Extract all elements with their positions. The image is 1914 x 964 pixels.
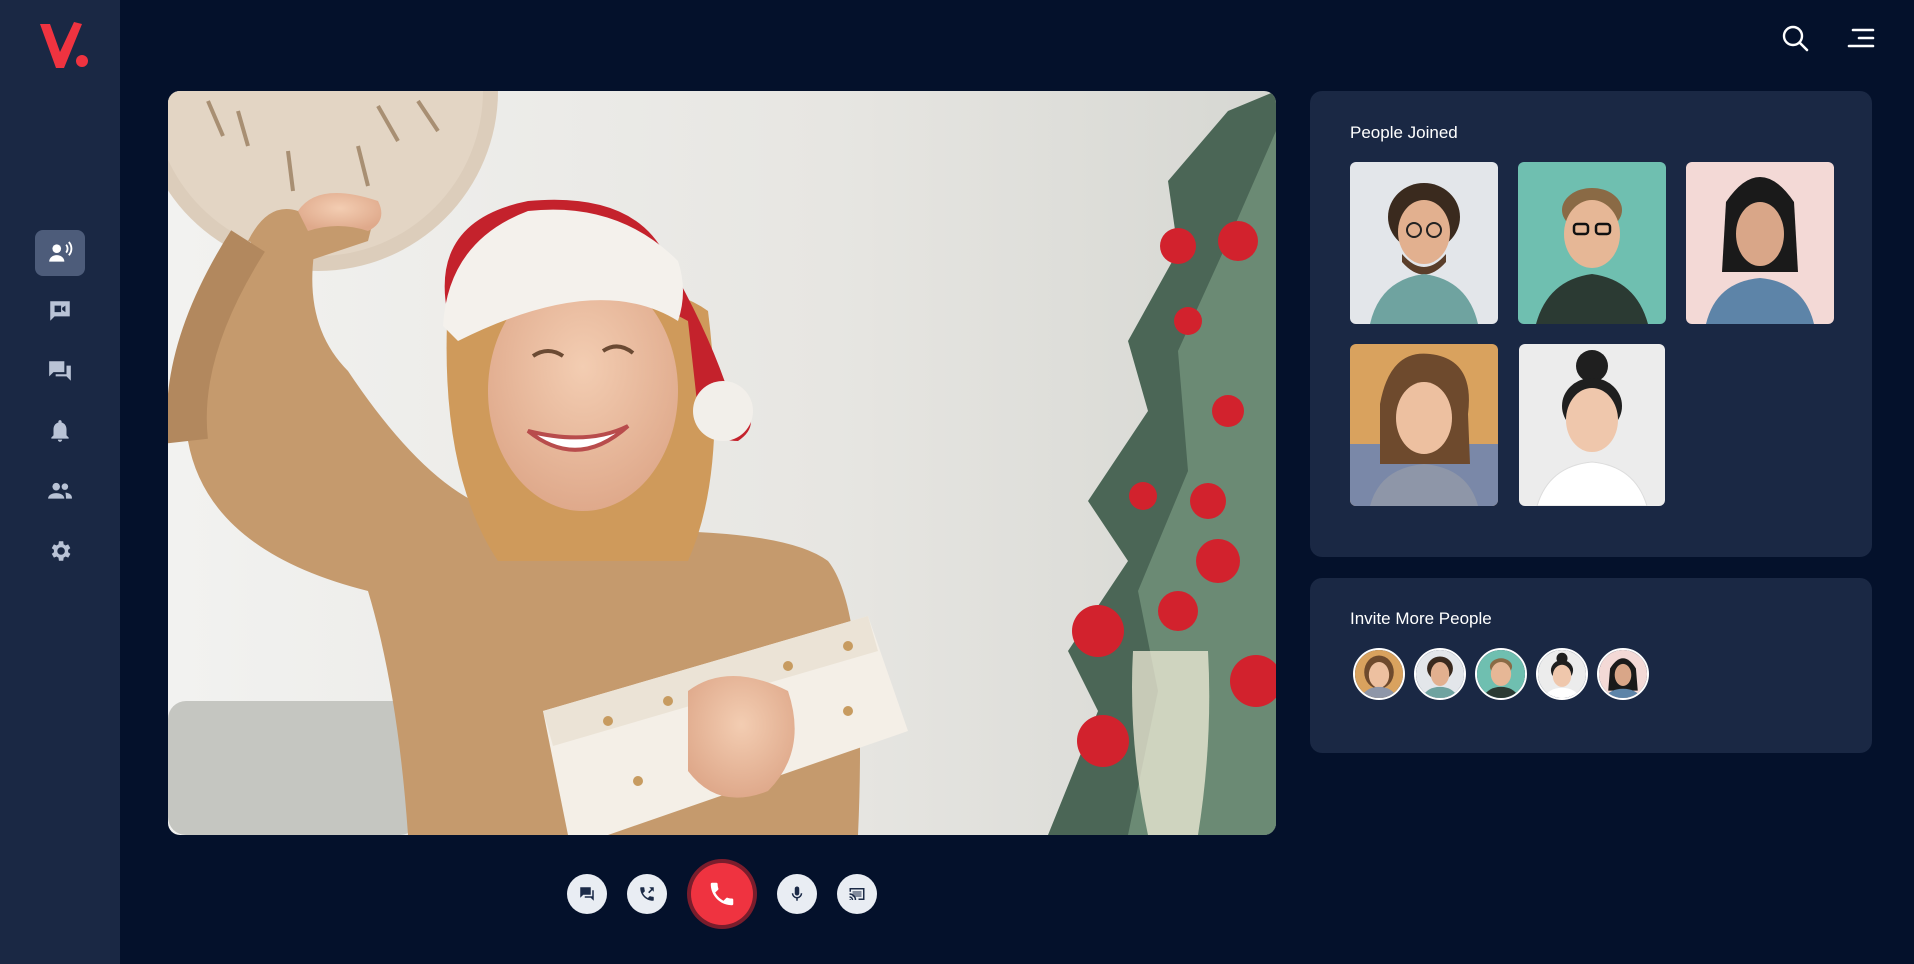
- menu-icon: [1847, 28, 1875, 48]
- participant-tile[interactable]: [1350, 344, 1498, 506]
- phone-forward-icon: [640, 887, 654, 901]
- invite-avatar[interactable]: [1597, 648, 1649, 700]
- participant-photo: [1518, 162, 1666, 324]
- participant-tile[interactable]: [1686, 162, 1834, 324]
- participant-photo: [1350, 162, 1498, 324]
- sidebar-item-video-chat[interactable]: [35, 288, 85, 334]
- chat-icon: [580, 887, 594, 901]
- sidebar-item-contacts[interactable]: [35, 468, 85, 514]
- invite-title: Invite More People: [1350, 609, 1492, 628]
- sidebar-item-messages[interactable]: [35, 348, 85, 394]
- invite-avatar[interactable]: [1536, 648, 1588, 700]
- search-icon: [1782, 25, 1809, 52]
- sidebar-item-notifications[interactable]: [35, 408, 85, 454]
- video-participant-image: [168, 91, 1276, 835]
- invite-avatar[interactable]: [1353, 648, 1405, 700]
- avatar-photo: [1599, 650, 1647, 698]
- people-joined-panel: People Joined: [1310, 91, 1872, 557]
- avatar-photo: [1355, 650, 1403, 698]
- microphone-button[interactable]: [777, 874, 817, 914]
- participant-tile[interactable]: [1350, 162, 1498, 324]
- participant-photo: [1519, 344, 1665, 506]
- app-logo[interactable]: [38, 20, 90, 72]
- sidebar-item-calls[interactable]: [35, 230, 85, 276]
- messages-icon: [49, 361, 71, 381]
- microphone-icon: [791, 886, 803, 901]
- invite-avatar[interactable]: [1414, 648, 1466, 700]
- invite-avatar[interactable]: [1475, 648, 1527, 700]
- forward-call-button[interactable]: [627, 874, 667, 914]
- search-button[interactable]: [1779, 22, 1811, 54]
- gear-icon: [51, 541, 71, 561]
- participant-tile[interactable]: [1518, 162, 1666, 324]
- logo-icon: [40, 22, 88, 68]
- sidebar-item-settings[interactable]: [35, 528, 85, 574]
- sidebar: [0, 0, 120, 964]
- voice-call-icon: [49, 241, 73, 262]
- screen-share-icon: [849, 888, 865, 900]
- participant-tile[interactable]: [1519, 344, 1665, 506]
- participant-photo: [1686, 162, 1834, 324]
- avatar-photo: [1538, 650, 1586, 698]
- main-video-feed[interactable]: [168, 91, 1276, 835]
- call-controls: [0, 863, 1914, 938]
- end-call-icon: [710, 882, 734, 906]
- bell-icon: [51, 420, 69, 442]
- avatar-photo: [1416, 650, 1464, 698]
- chat-button[interactable]: [567, 874, 607, 914]
- end-call-button[interactable]: [691, 863, 753, 925]
- video-chat-icon: [50, 301, 70, 321]
- people-icon: [48, 482, 72, 499]
- screen-share-button[interactable]: [837, 874, 877, 914]
- people-joined-title: People Joined: [1350, 123, 1458, 142]
- menu-button[interactable]: [1845, 22, 1877, 54]
- avatar-photo: [1477, 650, 1525, 698]
- participant-photo: [1350, 344, 1498, 506]
